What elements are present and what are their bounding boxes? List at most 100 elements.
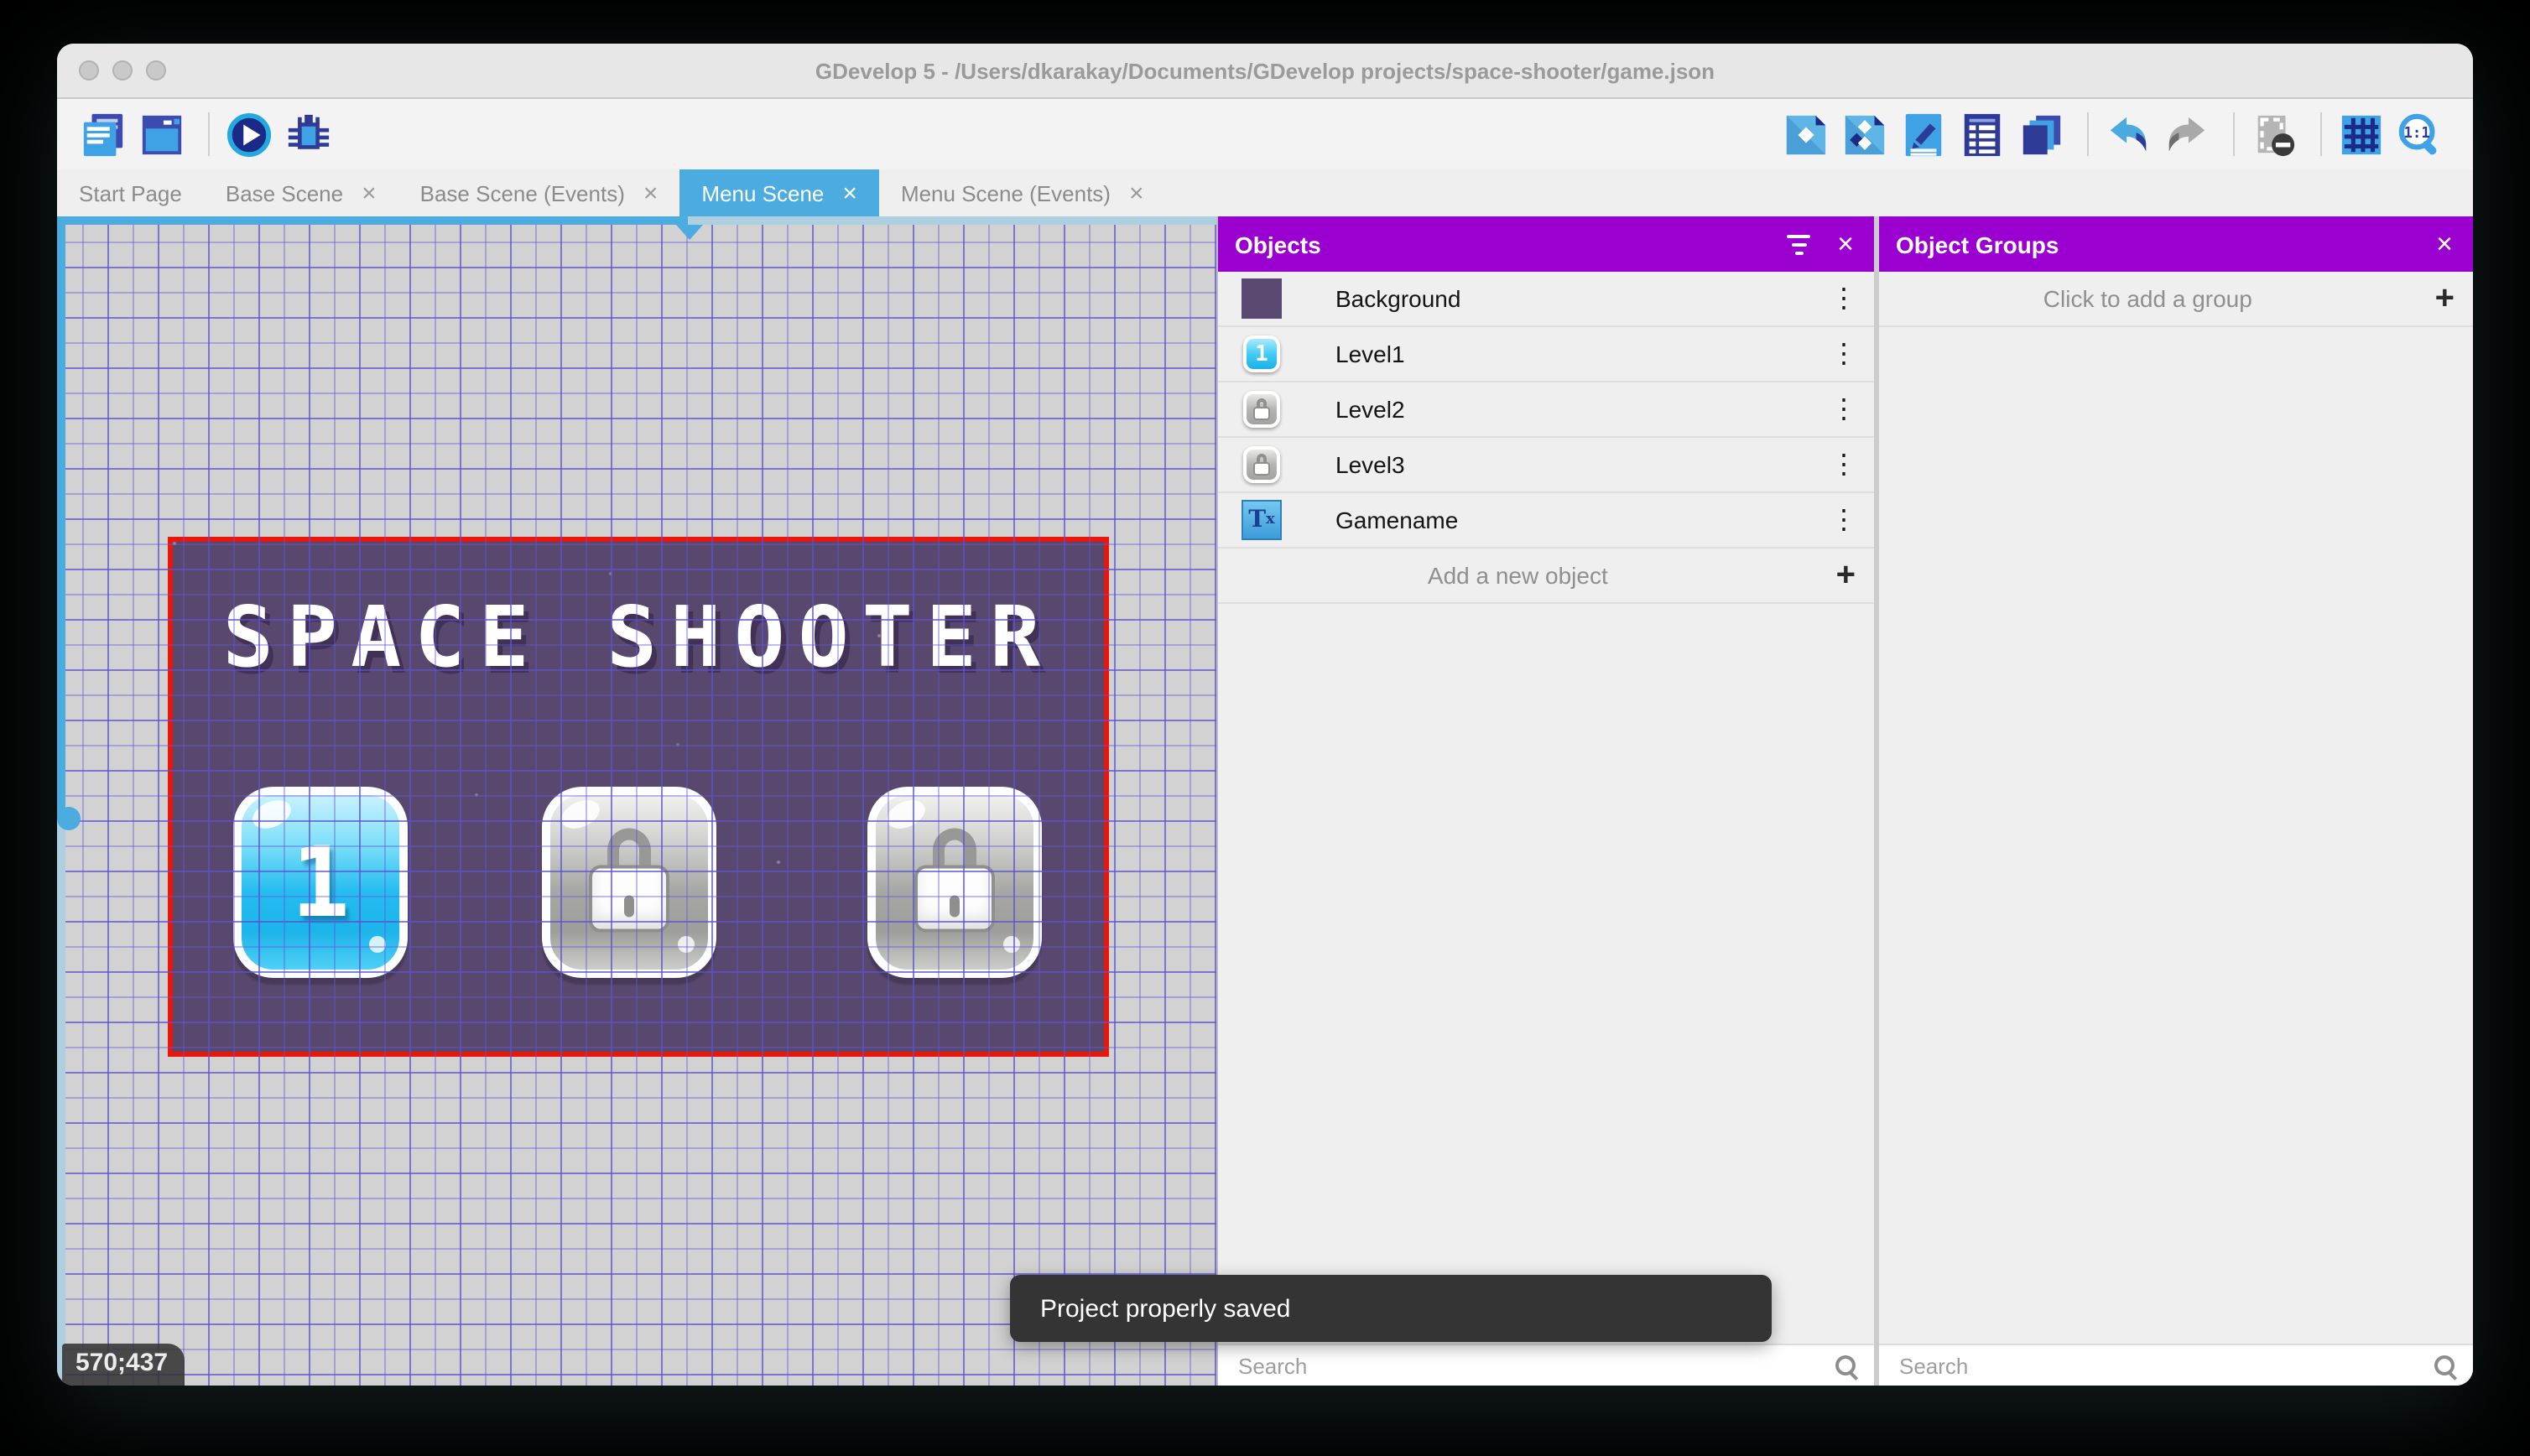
properties-icon[interactable]	[1898, 109, 1948, 159]
add-new-object-button[interactable]: Add a new object +	[1218, 549, 1874, 604]
hscroll-thumb-icon	[676, 225, 703, 240]
object-thumbnail-level3	[1242, 445, 1282, 485]
toast-message: Project properly saved	[1040, 1294, 1291, 1323]
undo-icon[interactable]	[2102, 109, 2153, 159]
object-groups-editor-icon[interactable]	[1839, 109, 1889, 159]
scene-stars-decoration	[173, 542, 176, 545]
tab-label: Base Scene	[225, 180, 344, 205]
objects-editor-icon[interactable]	[1780, 109, 1830, 159]
object-row-level1[interactable]: 1 Level1 ⋮	[1218, 327, 1874, 382]
tab-close-icon[interactable]: ×	[1129, 180, 1144, 205]
toolbar: 1:1	[57, 99, 2473, 169]
objects-panel: Objects × Background ⋮ 1 Level1 ⋮ Level2…	[1216, 216, 1874, 1386]
gdevelop-window: GDevelop 5 - /Users/dkarakay/Documents/G…	[57, 44, 2473, 1386]
tab-label: Start Page	[79, 180, 182, 205]
objects-panel-title: Objects	[1235, 231, 1321, 257]
tab-close-icon[interactable]: ×	[643, 180, 659, 205]
object-row-level3[interactable]: Level3 ⋮	[1218, 438, 1874, 493]
tab-close-icon[interactable]: ×	[362, 180, 377, 205]
tab-menu-scene[interactable]: Menu Scene ×	[679, 169, 879, 216]
grid-icon[interactable]	[2335, 109, 2386, 159]
level1-number: 1	[291, 825, 350, 939]
object-thumbnail-level1: 1	[1242, 334, 1282, 374]
search-icon	[2433, 1354, 2456, 1377]
minimize-window-button[interactable]	[112, 60, 133, 81]
object-thumbnail-background	[1242, 278, 1282, 319]
object-thumbnail-level2	[1242, 389, 1282, 429]
main-content: SPACE SHOOTER 1 570;437 Objects × Backgr…	[57, 216, 2473, 1386]
tab-close-icon[interactable]: ×	[842, 180, 857, 205]
scene-window-icon[interactable]	[136, 109, 186, 159]
plus-icon[interactable]: +	[1818, 559, 1874, 592]
debug-icon[interactable]	[282, 109, 332, 159]
filter-icon[interactable]	[1787, 234, 1811, 254]
zoom-original-icon[interactable]: 1:1	[2394, 109, 2444, 159]
redo-icon[interactable]	[2161, 109, 2211, 159]
horizontal-scrollbar[interactable]	[57, 216, 1216, 240]
object-menu-icon[interactable]: ⋮	[1814, 282, 1874, 315]
tab-label: Menu Scene	[701, 180, 825, 205]
object-groups-panel: Object Groups × Click to add a group +	[1879, 216, 2473, 1386]
level2-locked-button-object[interactable]	[542, 787, 716, 978]
toolbar-divider	[2233, 112, 2235, 156]
object-groups-search-bar	[1879, 1344, 2473, 1386]
object-menu-icon[interactable]: ⋮	[1814, 337, 1874, 371]
toolbar-divider	[2320, 112, 2322, 156]
tab-label: Base Scene (Events)	[419, 180, 625, 205]
add-group-label: Click to add a group	[2043, 285, 2252, 312]
svg-text:1:1: 1:1	[2402, 124, 2428, 141]
traffic-lights	[79, 60, 166, 81]
plus-icon[interactable]: +	[2417, 282, 2473, 315]
vertical-scrollbar[interactable]	[57, 216, 81, 1386]
add-group-button[interactable]: Click to add a group +	[1879, 272, 2473, 327]
button-gloss	[1003, 936, 1020, 953]
search-icon	[1834, 1354, 1857, 1377]
project-manager-icon[interactable]	[77, 109, 128, 159]
object-row-level2[interactable]: Level2 ⋮	[1218, 382, 1874, 438]
object-name: Gamename	[1335, 507, 1459, 533]
titlebar: GDevelop 5 - /Users/dkarakay/Documents/G…	[57, 44, 2473, 99]
tab-base-scene[interactable]: Base Scene ×	[204, 169, 398, 216]
close-window-button[interactable]	[79, 60, 99, 81]
object-row-background[interactable]: Background ⋮	[1218, 272, 1874, 327]
play-icon[interactable]	[223, 109, 273, 159]
object-thumbnail-gamename-text: Tx	[1242, 500, 1282, 540]
tab-start-page[interactable]: Start Page	[57, 169, 204, 216]
object-groups-panel-header: Object Groups ×	[1879, 216, 2473, 272]
add-object-label: Add a new object	[1427, 562, 1608, 589]
lock-icon	[589, 828, 669, 933]
cursor-coordinates: 570;437	[62, 1344, 185, 1386]
tab-menu-scene-events[interactable]: Menu Scene (Events) ×	[879, 169, 1166, 216]
save-toast: Project properly saved	[1010, 1275, 1772, 1342]
object-row-gamename[interactable]: Tx Gamename ⋮	[1218, 493, 1874, 549]
zoom-window-button[interactable]	[146, 60, 166, 81]
level3-locked-button-object[interactable]	[867, 787, 1042, 978]
close-object-groups-panel-icon[interactable]: ×	[2436, 230, 2453, 258]
scene-editor-canvas[interactable]: SPACE SHOOTER 1 570;437	[57, 216, 1216, 1386]
objects-panel-empty-area	[1218, 604, 1874, 1344]
tab-label: Menu Scene (Events)	[900, 180, 1111, 205]
toolbar-divider	[208, 112, 210, 156]
object-groups-panel-title: Object Groups	[1896, 231, 2059, 257]
toolbar-divider	[2087, 112, 2089, 156]
object-groups-search-input[interactable]	[1896, 1351, 2433, 1380]
layers-icon[interactable]	[2015, 109, 2065, 159]
objects-search-input[interactable]	[1235, 1351, 1834, 1380]
objects-panel-header: Objects ×	[1218, 216, 1874, 272]
scene-preview[interactable]: SPACE SHOOTER 1	[168, 537, 1109, 1057]
vscroll-thumb-icon	[57, 807, 81, 830]
screen: GDevelop 5 - /Users/dkarakay/Documents/G…	[0, 0, 2530, 1456]
mask-icon[interactable]	[2248, 109, 2298, 159]
object-menu-icon[interactable]: ⋮	[1814, 393, 1874, 426]
instances-list-icon[interactable]	[1956, 109, 2007, 159]
window-title: GDevelop 5 - /Users/dkarakay/Documents/G…	[815, 58, 1715, 83]
scene-title-text-object[interactable]: SPACE SHOOTER	[173, 589, 1104, 686]
level1-button-object[interactable]: 1	[233, 787, 408, 978]
tab-base-scene-events[interactable]: Base Scene (Events) ×	[398, 169, 680, 216]
object-menu-icon[interactable]: ⋮	[1814, 448, 1874, 481]
object-menu-icon[interactable]: ⋮	[1814, 503, 1874, 537]
object-name: Level3	[1335, 451, 1405, 478]
close-objects-panel-icon[interactable]: ×	[1837, 230, 1854, 258]
object-name: Level1	[1335, 341, 1405, 367]
object-name: Level2	[1335, 396, 1405, 423]
